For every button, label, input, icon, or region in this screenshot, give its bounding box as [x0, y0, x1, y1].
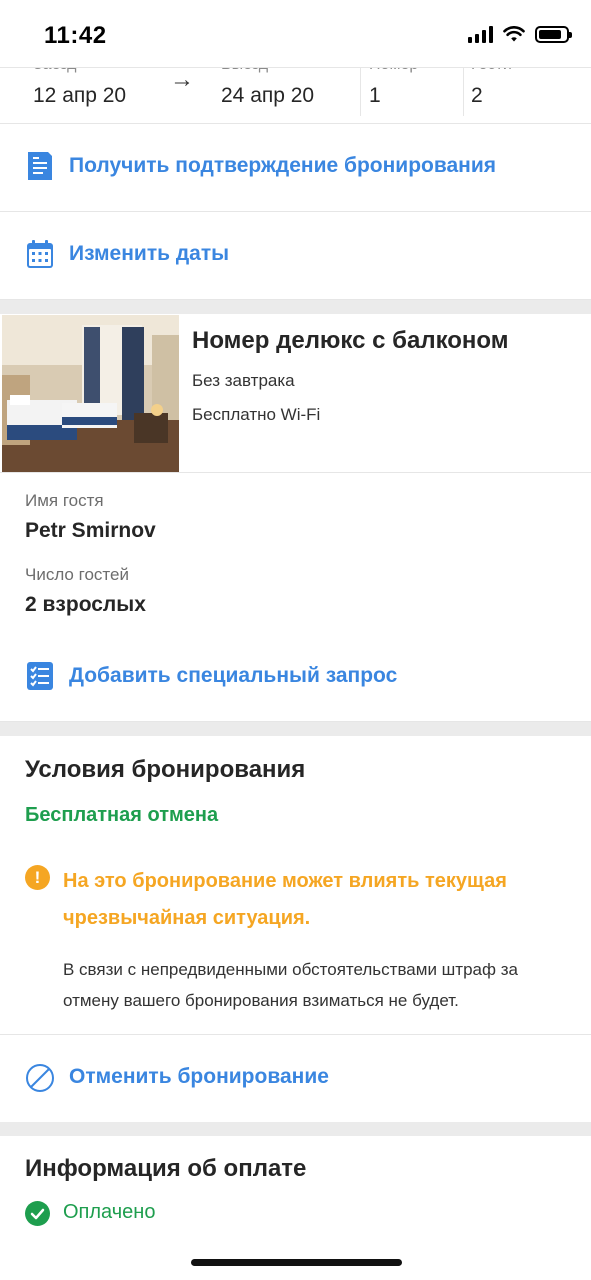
arrow-right-icon: → — [170, 66, 194, 93]
cellular-signal-icon — [468, 26, 493, 43]
section-separator — [0, 300, 591, 314]
room-wifi: Бесплатно Wi-Fi — [192, 405, 321, 424]
home-indicator[interactable] — [191, 1259, 402, 1266]
guest-count-label: Число гостей — [25, 565, 129, 584]
guest-name-value: Petr Smirnov — [25, 519, 156, 542]
rooms-value: 1 — [369, 84, 381, 107]
checklist-icon — [27, 662, 53, 690]
guests-value: 2 — [471, 84, 483, 107]
battery-icon — [535, 26, 572, 43]
check-circle-icon — [25, 1201, 50, 1226]
checkin-value: 12 апр 20 — [33, 84, 127, 107]
room-title: Номер делюкс с балконом — [192, 327, 509, 354]
guest-name-label: Имя гостя — [25, 491, 104, 510]
status-time: 11:42 — [44, 22, 107, 49]
status-bar: 11:42 — [0, 0, 591, 68]
get-confirmation-label: Получить подтверждение бронирования — [69, 154, 497, 177]
add-special-request-button[interactable]: Добавить специальный запрос — [0, 634, 591, 722]
conditions-title: Условия бронирования — [25, 756, 306, 783]
get-confirmation-button[interactable]: Получить подтверждение бронирования — [0, 124, 591, 212]
change-dates-button[interactable]: Изменить даты — [0, 212, 591, 300]
cancel-booking-button[interactable]: Отменить бронирование — [0, 1035, 591, 1123]
payment-status: Оплачено — [63, 1201, 156, 1223]
divider — [0, 472, 591, 473]
checkout-value: 24 апр 20 — [221, 84, 315, 107]
emergency-warning: На это бронирование может влиять текущая… — [63, 870, 507, 929]
change-dates-label: Изменить даты — [69, 242, 230, 265]
cancellation-note: В связи с непредвиденными обстоятельства… — [63, 960, 518, 1010]
status-icons — [468, 26, 572, 43]
add-special-request-label: Добавить специальный запрос — [69, 664, 398, 687]
document-icon — [28, 152, 52, 180]
cancel-booking-label: Отменить бронирование — [69, 1065, 329, 1088]
calendar-icon — [27, 240, 53, 268]
payment-title: Информация об оплате — [25, 1155, 307, 1182]
room-meal: Без завтрака — [192, 371, 295, 390]
wifi-icon — [503, 26, 525, 42]
section-separator — [0, 722, 591, 736]
free-cancellation-label: Бесплатная отмена — [25, 804, 219, 826]
room-photo[interactable] — [2, 315, 179, 472]
cancel-icon — [26, 1064, 54, 1092]
guest-count-value: 2 взрослых — [25, 593, 146, 616]
warning-icon: ! — [25, 865, 50, 890]
section-separator — [0, 1122, 591, 1136]
